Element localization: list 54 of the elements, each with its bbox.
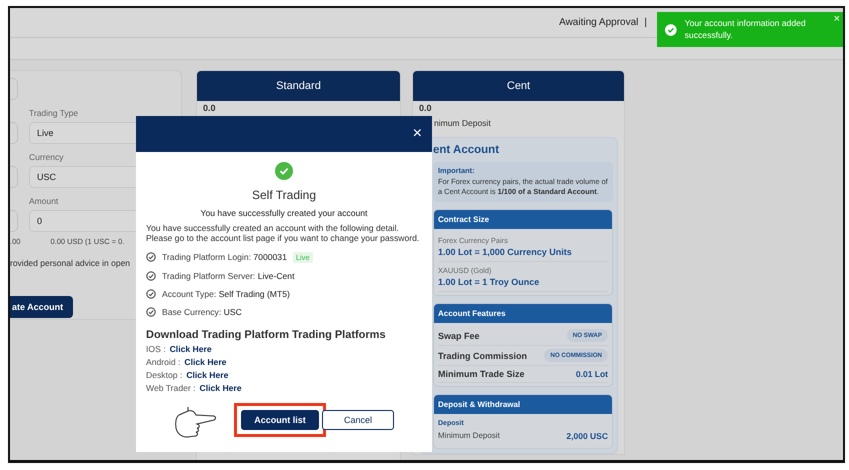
disclaimer-text: rovided personal advice in open bbox=[10, 258, 132, 268]
detail-text: Account Type: Self Trading (MT5) bbox=[162, 288, 290, 299]
item-value: 1.00 Lot = 1 Troy Ounce bbox=[438, 275, 608, 292]
input-field[interactable] bbox=[10, 122, 18, 144]
feature-label: Swap Fee bbox=[438, 330, 480, 341]
pointing-hand-icon bbox=[174, 404, 216, 439]
input-field[interactable] bbox=[10, 78, 18, 100]
check-circle-icon bbox=[146, 252, 156, 262]
field-label: Currency bbox=[29, 152, 64, 162]
section-header: Account Features bbox=[434, 304, 612, 324]
toast-message: Your account information added successfully. bbox=[684, 18, 807, 42]
download-link[interactable]: Click Here bbox=[170, 344, 212, 354]
input-field[interactable] bbox=[10, 210, 18, 232]
item-value: 1.00 Lot = 1,000 Currency Units bbox=[438, 245, 608, 262]
section-header: Deposit & Withdrawal bbox=[434, 395, 612, 414]
amount-text: 0.0 bbox=[202, 102, 217, 113]
platform-label: Desktop : bbox=[146, 370, 182, 380]
section-header: Contract Size bbox=[434, 210, 612, 230]
success-check-icon bbox=[275, 162, 293, 180]
dialog-subtitle: You have successfully created your account bbox=[200, 208, 368, 218]
account-list-button[interactable]: Account list bbox=[241, 410, 319, 430]
detail-text: Base Currency: USC bbox=[162, 306, 242, 317]
card-header: Cent bbox=[413, 71, 624, 101]
panel-title: ent Account bbox=[433, 144, 500, 156]
download-link[interactable]: Click Here bbox=[200, 382, 242, 393]
amount-text: 0.0 bbox=[418, 102, 433, 113]
download-link[interactable]: Click Here bbox=[186, 370, 228, 380]
input-field[interactable] bbox=[10, 166, 18, 188]
create-account-button[interactable]: ate Account bbox=[10, 296, 74, 318]
card-header: Standard bbox=[197, 71, 400, 101]
platform-label: Web Trader : bbox=[146, 382, 196, 393]
field-label: Trading Type bbox=[29, 108, 80, 118]
cancel-button[interactable]: Cancel bbox=[322, 410, 394, 430]
detail-text: Trading Platform Server: Live-Cent bbox=[162, 270, 294, 281]
check-circle-icon bbox=[146, 288, 156, 299]
close-button[interactable]: × bbox=[412, 126, 422, 142]
status-text: Awaiting Approval bbox=[559, 17, 638, 28]
feature-value: 0.01 Lot bbox=[576, 369, 608, 380]
feature-value: 2,000 USC bbox=[566, 431, 608, 442]
downloads-heading: Download Trading Platform Trading Platforms bbox=[146, 328, 387, 341]
field-label: Amount bbox=[29, 196, 60, 206]
check-circle-icon bbox=[146, 306, 156, 317]
feature-label: Trading Commission bbox=[438, 350, 528, 361]
amount-label: nimum Deposit bbox=[434, 118, 491, 128]
feature-label: Minimum Trade Size bbox=[438, 369, 525, 380]
detail-text: Trading Platform Login: 7000031 bbox=[162, 252, 287, 262]
feature-label: Minimum Deposit bbox=[438, 431, 500, 442]
dialog-title: Self Trading bbox=[250, 188, 318, 202]
check-circle-icon bbox=[665, 22, 677, 36]
separator: | bbox=[644, 17, 647, 28]
download-link[interactable]: Click Here bbox=[184, 356, 226, 367]
check-circle-icon bbox=[146, 270, 156, 281]
platform-label: Android : bbox=[146, 356, 180, 367]
platform-label: IOS : bbox=[146, 344, 166, 354]
